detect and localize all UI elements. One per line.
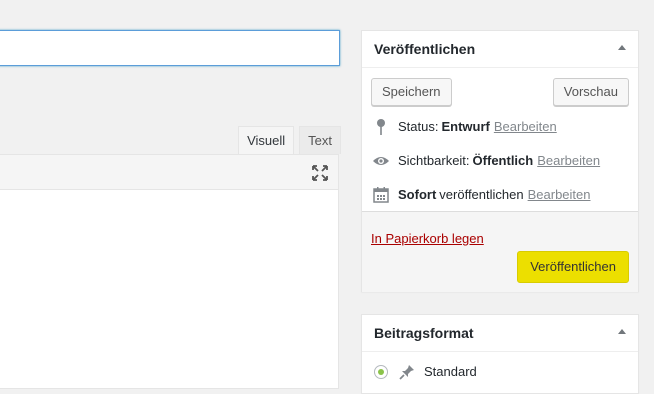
schedule-label: veröffentlichen [439,187,524,202]
schedule-row: Sofort veröffentlichen Bearbeiten [372,185,591,205]
pushpin-icon [398,363,416,381]
post-title-input[interactable] [0,30,340,66]
publish-box-title: Veröffentlichen [374,41,476,57]
publish-button[interactable]: Veröffentlichen [517,251,629,283]
collapse-icon[interactable] [618,329,626,334]
edit-visibility-link[interactable]: Bearbeiten [537,151,600,171]
post-format-title: Beitragsformat [374,325,474,341]
publish-box: Veröffentlichen Speichern Vorschau Statu… [361,30,639,292]
format-option-standard[interactable]: Standard [374,362,477,382]
post-format-header[interactable]: Beitragsformat [362,315,638,352]
format-radio-standard[interactable] [374,365,388,379]
status-label: Status: [398,119,439,134]
tab-visual[interactable]: Visuell [238,126,295,155]
editor-tabs: Visuell Text [233,126,341,155]
eye-icon [372,152,390,170]
publish-box-header[interactable]: Veröffentlichen [362,31,638,68]
edit-schedule-link[interactable]: Bearbeiten [528,185,591,205]
move-to-trash-link[interactable]: In Papierkorb legen [371,231,484,246]
status-row: Status: Entwurf Bearbeiten [372,117,557,137]
visibility-label: Sichtbarkeit: [398,153,470,168]
visibility-row: Sichtbarkeit: Öffentlich Bearbeiten [372,151,600,171]
pin-icon [372,118,390,136]
post-format-box: Beitragsformat Standard [361,314,639,394]
tab-text[interactable]: Text [299,126,341,154]
collapse-icon[interactable] [618,45,626,50]
visibility-value: Öffentlich [472,153,534,168]
schedule-value: Sofort [398,187,437,202]
preview-button[interactable]: Vorschau [552,78,629,106]
editor-toolbar [0,154,339,190]
format-option-label: Standard [424,364,477,379]
publish-actions: In Papierkorb legen Veröffentlichen [362,211,638,292]
fullscreen-icon[interactable] [312,165,328,181]
edit-status-link[interactable]: Bearbeiten [494,117,557,137]
status-value: Entwurf [441,119,490,134]
editor-content-area[interactable] [0,189,339,389]
save-draft-button[interactable]: Speichern [371,78,452,106]
calendar-icon [372,186,390,204]
